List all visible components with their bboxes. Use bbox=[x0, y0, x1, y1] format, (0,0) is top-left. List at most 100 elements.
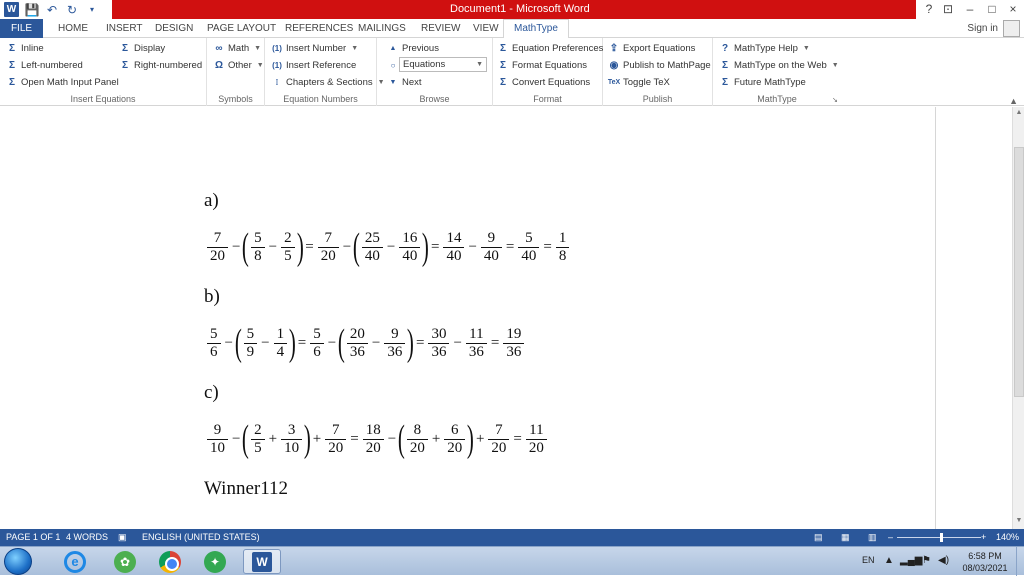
zoom-in-button[interactable]: + bbox=[981, 532, 986, 542]
group-mathtype: ? MathType Help ▼ Σ MathType on the Web ▼ ΣF… bbox=[713, 38, 841, 106]
show-desktop-button[interactable] bbox=[1016, 547, 1024, 576]
display-button[interactable]: Σ Display bbox=[119, 42, 165, 54]
fraction: 30 36 bbox=[428, 326, 450, 361]
display-label: Display bbox=[134, 42, 166, 54]
start-button[interactable] bbox=[4, 548, 32, 575]
publish-mathpage-button[interactable]: ◉ Publish to MathPage bbox=[608, 59, 711, 71]
tab-review[interactable]: REVIEW bbox=[421, 23, 460, 34]
word-app-icon[interactable]: W bbox=[4, 2, 19, 17]
security-icon[interactable]: ⚑ bbox=[922, 555, 931, 566]
scroll-down-icon[interactable]: ▼ bbox=[1014, 517, 1024, 527]
sign-in-link[interactable]: Sign in bbox=[967, 23, 998, 34]
word-count[interactable]: 4 WORDS bbox=[66, 532, 108, 542]
tab-mathtype[interactable]: MathType bbox=[503, 19, 569, 39]
insert-number-label: Insert Number bbox=[286, 42, 347, 54]
coccoc-icon[interactable]: ✿ bbox=[106, 549, 144, 574]
undo-icon[interactable]: ↶ bbox=[45, 3, 59, 17]
tab-home[interactable]: HOME bbox=[58, 23, 88, 34]
left-numbered-button[interactable]: Σ Left-numbered bbox=[6, 59, 83, 71]
word-taskbar-icon[interactable]: W bbox=[243, 549, 281, 574]
vertical-scrollbar[interactable]: ▲ ▼ bbox=[1012, 107, 1024, 529]
zoom-slider-thumb[interactable] bbox=[940, 533, 943, 542]
denominator: 8 bbox=[555, 246, 570, 265]
mathtype-on-web-button[interactable]: Σ MathType on the Web ▼ bbox=[719, 59, 839, 71]
tab-references[interactable]: REFERENCES bbox=[285, 23, 353, 34]
zoom-out-button[interactable]: – bbox=[888, 532, 893, 542]
tab-file[interactable]: FILE bbox=[0, 19, 43, 38]
minimize-button[interactable]: – bbox=[962, 2, 978, 16]
read-mode-icon[interactable]: ▤ bbox=[814, 532, 823, 543]
fraction: 59 bbox=[243, 326, 258, 361]
tab-design[interactable]: DESIGN bbox=[155, 23, 193, 34]
save-icon[interactable]: 💾 bbox=[25, 3, 40, 17]
chrome-icon[interactable] bbox=[151, 549, 189, 574]
omega-icon: Ω bbox=[214, 59, 224, 71]
group-label-format: Format bbox=[533, 94, 562, 104]
clock[interactable]: 6:58 PM 08/03/2021 bbox=[955, 550, 1015, 574]
numerator: 1 bbox=[558, 229, 567, 246]
chapters-sections-dropdown[interactable]: ⁞ Chapters & Sections ▼ bbox=[271, 76, 385, 88]
number-icon: (1) bbox=[272, 43, 282, 53]
ribbon: Σ Inline Σ Left-numbered Σ Open Math Input … bbox=[0, 38, 1024, 106]
convert-equations-button[interactable]: Σ Convert Equations bbox=[497, 76, 590, 88]
group-label-symbols: Symbols bbox=[218, 94, 253, 104]
inline-button[interactable]: Σ Inline bbox=[6, 42, 44, 54]
toggle-tex-button[interactable]: TeX Toggle TeX bbox=[608, 76, 670, 88]
internet-explorer-icon[interactable]: e bbox=[56, 549, 94, 574]
proofing-icon[interactable]: ▣ bbox=[118, 532, 127, 543]
scroll-thumb[interactable] bbox=[1014, 147, 1024, 397]
tab-mailings[interactable]: MAILINGS bbox=[358, 23, 406, 34]
messenger-icon[interactable]: ✦ bbox=[196, 549, 234, 574]
infinity-icon: ∞ bbox=[215, 42, 223, 54]
open-math-input-panel-button[interactable]: Σ Open Math Input Panel bbox=[6, 76, 119, 88]
browse-type-select[interactable]: Equations ▼ bbox=[399, 57, 487, 72]
other-symbols-dropdown[interactable]: Ω Other ▼ bbox=[213, 59, 264, 71]
export-equations-button[interactable]: ⇪ Export Equations bbox=[608, 42, 696, 54]
left-paren: ( bbox=[398, 418, 405, 460]
ribbon-display-options-icon[interactable]: ⊡ bbox=[940, 2, 956, 16]
tab-insert[interactable]: INSERT bbox=[106, 23, 143, 34]
zoom-slider[interactable] bbox=[897, 537, 981, 538]
page-count[interactable]: PAGE 1 OF 1 bbox=[6, 532, 60, 542]
mathtype-help-button[interactable]: ? MathType Help ▼ bbox=[719, 42, 810, 54]
future-mathtype-button[interactable]: Σ Future MathType bbox=[719, 76, 806, 88]
help-button[interactable]: ? bbox=[921, 2, 937, 16]
tray-expand-icon[interactable]: ▲ bbox=[884, 555, 894, 566]
tab-view[interactable]: VIEW bbox=[473, 23, 499, 34]
math-symbols-dropdown[interactable]: ∞ Math ▼ bbox=[213, 42, 261, 54]
redo-icon[interactable]: ↻ bbox=[65, 3, 79, 17]
tab-page-layout[interactable]: PAGE LAYOUT bbox=[207, 23, 276, 34]
fraction: 25 40 bbox=[361, 230, 383, 265]
print-layout-icon[interactable]: ▦ bbox=[841, 532, 850, 543]
arrow-up-icon: ▲ bbox=[389, 44, 397, 52]
minus-sign: − bbox=[387, 430, 397, 447]
document-area[interactable] bbox=[0, 107, 1012, 529]
sigma-icon: Σ bbox=[8, 59, 15, 71]
network-icon[interactable]: ▂▄▆ bbox=[900, 555, 922, 566]
preferences-icon: Σ bbox=[499, 42, 506, 54]
next-button[interactable]: ▼ Next bbox=[387, 76, 422, 88]
restore-button[interactable]: □ bbox=[984, 2, 1000, 16]
insert-number-button[interactable]: (1) Insert Number ▼ bbox=[271, 42, 358, 54]
user-avatar[interactable] bbox=[1003, 20, 1020, 37]
collapse-ribbon-icon[interactable]: ▲ bbox=[1009, 96, 1018, 106]
previous-button[interactable]: ▲ Previous bbox=[387, 42, 439, 54]
left-paren: ( bbox=[242, 226, 250, 268]
input-language[interactable]: EN bbox=[862, 555, 875, 565]
right-numbered-button[interactable]: Σ Right-numbered bbox=[119, 59, 202, 71]
equation-preferences-button[interactable]: Σ Equation Preferences bbox=[497, 42, 603, 54]
insert-reference-button[interactable]: (1) Insert Reference bbox=[271, 59, 356, 71]
language-indicator[interactable]: ENGLISH (UNITED STATES) bbox=[142, 532, 260, 542]
browse-radio-icon[interactable]: ○ bbox=[387, 59, 399, 71]
web-layout-icon[interactable]: ▥ bbox=[868, 532, 877, 543]
fraction: 56 bbox=[207, 326, 221, 361]
denominator: 40 bbox=[361, 246, 383, 265]
zoom-level[interactable]: 140% bbox=[996, 532, 1019, 542]
clock-time: 6:58 PM bbox=[968, 551, 1002, 561]
volume-icon[interactable]: ◀) bbox=[938, 555, 949, 566]
format-equations-button[interactable]: Σ Format Equations bbox=[497, 59, 587, 71]
close-button[interactable]: × bbox=[1005, 2, 1021, 16]
customize-toolbar-icon[interactable]: ▾ bbox=[85, 3, 99, 17]
dialog-launcher-icon[interactable]: ↘ bbox=[832, 96, 838, 104]
scroll-up-icon[interactable]: ▲ bbox=[1014, 109, 1024, 119]
